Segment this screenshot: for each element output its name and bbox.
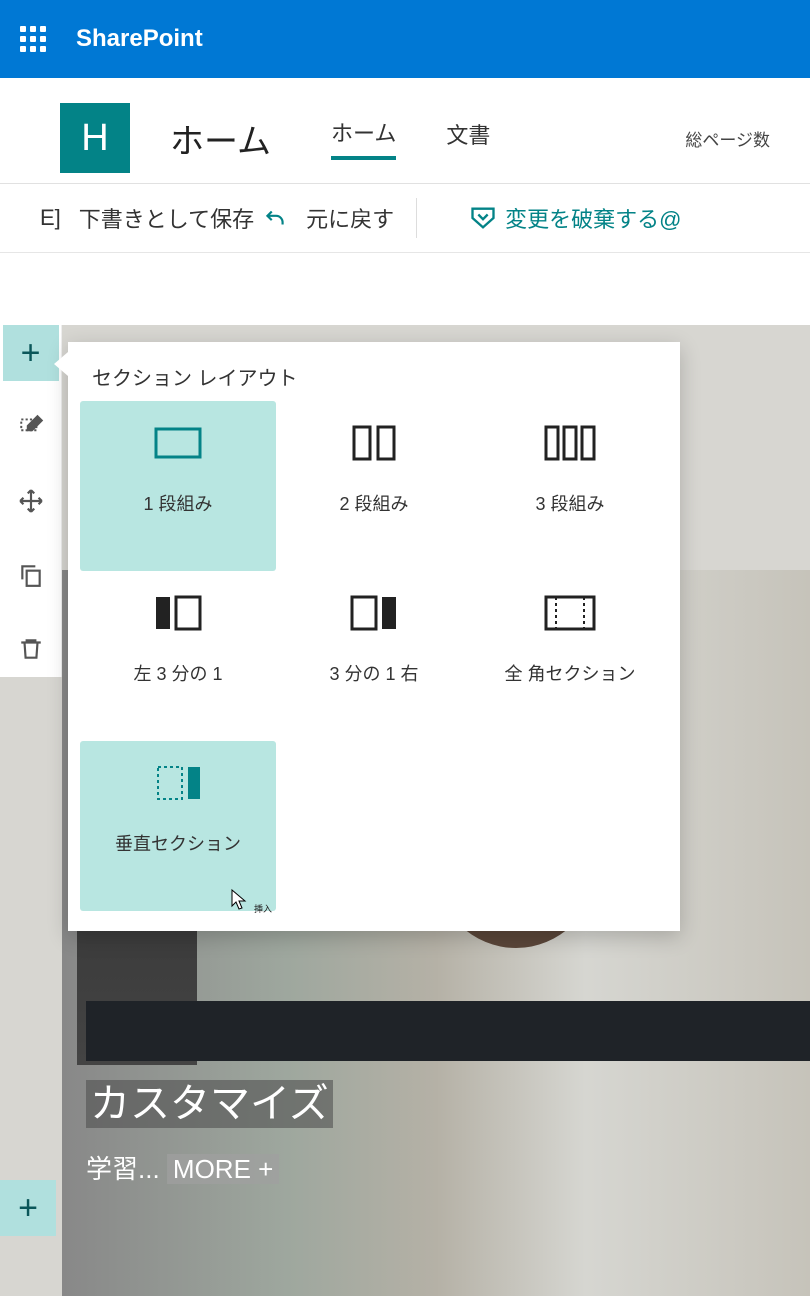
flyout-title: セクション レイアウト [68,342,680,401]
cursor-pointer-icon: 挿入 [230,888,272,915]
layout-option-two-column[interactable]: 2 段組み [276,401,472,571]
undo-icon [262,205,288,231]
discard-changes-button[interactable]: 変更を破棄する@ [469,202,681,234]
command-prefix: E] [40,205,61,231]
app-launcher-icon[interactable] [20,26,46,52]
hero-more-link[interactable]: MORE + [167,1154,279,1184]
hero-ellipsis: ... [138,1154,167,1184]
save-draft-button[interactable]: 下書きとして保存 [79,202,288,234]
edit-icon [18,414,44,440]
layout-label: 全 角セクション [504,660,635,686]
full-width-icon [542,593,598,636]
layout-label: 2 段組み [339,490,408,516]
layout-option-one-column[interactable]: 1 段組み [80,401,276,571]
layout-option-one-third-right[interactable]: 3 分の 1 右 [276,571,472,741]
site-nav: ホーム 文書 [331,116,490,160]
duplicate-section-button[interactable] [3,547,59,603]
layout-label: 垂直セクション [115,830,241,856]
move-section-button[interactable] [3,473,59,529]
nav-tab-documents[interactable]: 文書 [446,118,490,158]
one-third-left-icon [150,593,206,636]
undo-button[interactable]: 元に戻す [306,202,394,234]
section-layout-flyout: セクション レイアウト 1 段組み 2 段組み 3 段組み 左 3 分の 1 [68,342,680,931]
hero-overlay: カスタマイズ 学習... MORE + [68,997,810,1196]
layout-label: 3 分の 1 右 [329,660,418,686]
layout-label: 1 段組み [143,490,212,516]
discard-label: 変更を破棄する@ [505,202,681,234]
flyout-pointer [54,352,68,376]
one-third-right-icon [346,593,402,636]
layout-option-full-width[interactable]: 全 角セクション [472,571,668,741]
app-name: SharePoint [76,25,203,53]
layout-option-one-third-left[interactable]: 左 3 分の 1 [80,571,276,741]
site-header: H ホーム ホーム 文書 総ページ数 [0,78,810,184]
layout-option-three-column[interactable]: 3 段組み [472,401,668,571]
save-draft-label: 下書きとして保存 [79,202,254,234]
two-column-icon [346,423,402,466]
cursor-tooltip: 挿入 [254,904,272,914]
site-logo[interactable]: H [60,103,130,173]
hero-subtitle: 学習 [86,1154,138,1184]
nav-tab-home[interactable]: ホーム [331,116,396,160]
delete-section-button[interactable] [3,621,59,677]
layout-option-vertical-section[interactable]: 垂直セクション 挿入 [80,741,276,911]
hero-title[interactable]: カスタマイズ [86,1080,333,1128]
copy-icon [18,562,44,588]
trash-icon [18,636,44,662]
layout-label: 3 段組み [535,490,604,516]
edit-section-button[interactable] [3,399,59,455]
hero-subtitle-row: 学習... MORE + [86,1149,810,1186]
add-section-bottom-button[interactable]: + [0,1180,56,1236]
move-icon [18,488,44,514]
vertical-section-icon [150,763,206,806]
add-section-button[interactable]: + [3,325,59,381]
one-column-icon [150,423,206,466]
suite-header: SharePoint [0,0,810,78]
layout-options-grid: 1 段組み 2 段組み 3 段組み 左 3 分の 1 3 分の 1 右 [68,401,680,931]
undo-label: 元に戻す [306,202,394,234]
page-count-label: 総ページ数 [685,126,770,151]
site-title: ホーム [170,114,271,163]
canvas-toolbox-rail: + [0,325,62,677]
command-separator [416,198,417,238]
command-bar: E] 下書きとして保存 元に戻す 変更を破棄する@ [0,184,810,253]
three-column-icon [542,423,598,466]
hero-black-bar [86,1001,810,1061]
layout-label: 左 3 分の 1 [133,660,222,686]
discard-icon [469,204,497,232]
